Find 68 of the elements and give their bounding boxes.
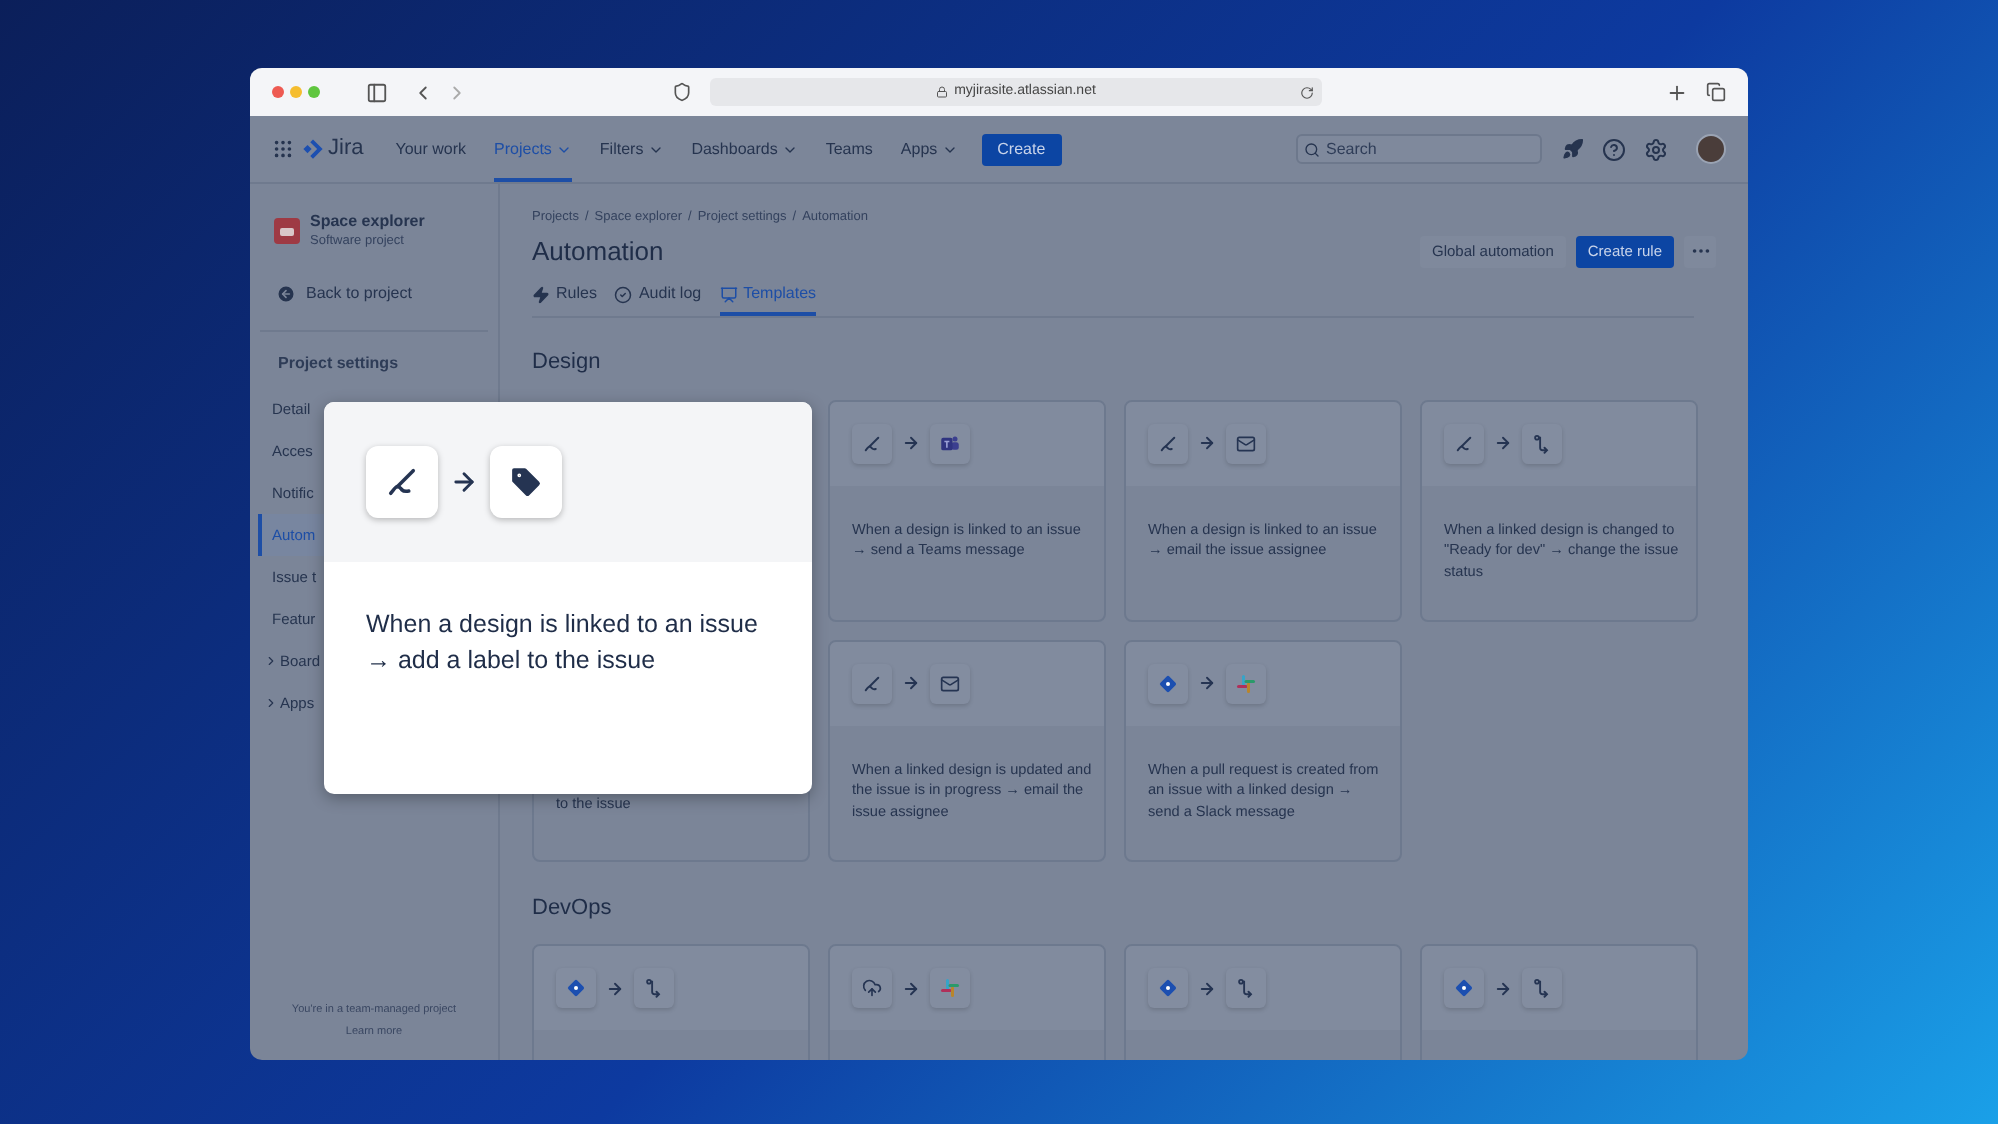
tab[interactable]: Audit log <box>614 282 702 317</box>
people-logo-icon <box>940 433 960 454</box>
diamond-icon <box>1158 673 1178 694</box>
nav-item[interactable]: Dashboards <box>691 116 798 182</box>
hash-logo-icon <box>1236 673 1256 694</box>
product-name[interactable]: Jira <box>328 132 364 166</box>
shield-icon[interactable] <box>672 82 692 102</box>
arrow-icon <box>902 674 920 693</box>
settings-icon[interactable] <box>1644 137 1668 161</box>
sidebar-toggle-icon[interactable] <box>366 81 388 103</box>
lock-icon <box>936 86 949 98</box>
transition-icon <box>1236 978 1256 999</box>
arrow-icon <box>1198 979 1216 998</box>
template-preview-dialog[interactable]: When a design is linked to an issue → add a label to the issue <box>324 402 812 794</box>
reload-icon[interactable] <box>1300 85 1314 99</box>
search-icon <box>1304 141 1320 157</box>
template-icon <box>719 285 738 304</box>
nav-item[interactable]: Filters <box>599 116 664 182</box>
brush-icon <box>384 464 420 500</box>
brush-icon <box>1454 433 1474 454</box>
bolt-icon <box>532 285 550 304</box>
app-switcher-icon[interactable] <box>272 138 294 160</box>
page-title: Automation <box>532 233 664 270</box>
section-title: Design <box>532 348 603 379</box>
mail-icon <box>1236 433 1256 454</box>
jira-logo-icon <box>302 138 324 160</box>
mail-icon <box>940 673 960 694</box>
tabs-overview-icon[interactable] <box>1706 82 1726 102</box>
brush-icon <box>862 673 882 694</box>
search-field[interactable]: Search <box>1296 134 1542 164</box>
arrow-icon <box>1198 674 1216 693</box>
brush-icon <box>862 433 882 454</box>
tab[interactable]: Rules <box>532 282 597 317</box>
back-to-project-link[interactable]: Back to project <box>276 282 498 306</box>
project-name: Space explorer <box>310 212 425 232</box>
cloud-upload-icon <box>862 978 882 999</box>
transition-icon <box>1532 433 1552 454</box>
arrow-icon <box>450 468 478 496</box>
arrow-icon <box>606 979 624 998</box>
diamond-icon <box>566 978 586 999</box>
nav-item[interactable]: Apps <box>900 116 958 182</box>
nav-item[interactable]: Your work <box>395 116 467 182</box>
nav-item[interactable]: Teams <box>825 116 873 182</box>
more-button[interactable] <box>1684 235 1716 267</box>
help-icon[interactable] <box>1602 137 1626 161</box>
project-avatar <box>274 218 300 244</box>
tag-icon <box>508 464 544 500</box>
diamond-icon <box>1454 978 1474 999</box>
rocket-icon[interactable] <box>1562 138 1584 160</box>
avatar[interactable] <box>1696 134 1726 164</box>
arrow-icon <box>1494 434 1512 453</box>
transition-icon <box>644 978 664 999</box>
brush-icon <box>1158 433 1178 454</box>
highlight-card-description: When a design is linked to an issue → add a label to the issue <box>364 608 760 678</box>
tab[interactable]: Templates <box>719 282 817 317</box>
diamond-icon <box>1158 978 1178 999</box>
arrow-icon <box>1494 979 1512 998</box>
arrow-icon <box>902 434 920 453</box>
nav-item[interactable]: Projects <box>494 116 572 182</box>
check-circle-icon <box>614 285 633 304</box>
transition-icon <box>1532 978 1552 999</box>
create-button[interactable]: Create <box>981 133 1062 165</box>
section-heading: Project settings <box>278 352 401 376</box>
hash-logo-icon <box>940 978 960 999</box>
section-title: DevOps <box>532 893 614 924</box>
arrow-icon <box>1198 434 1216 453</box>
arrow-icon <box>902 979 920 998</box>
new-tab-icon[interactable] <box>1666 81 1688 103</box>
